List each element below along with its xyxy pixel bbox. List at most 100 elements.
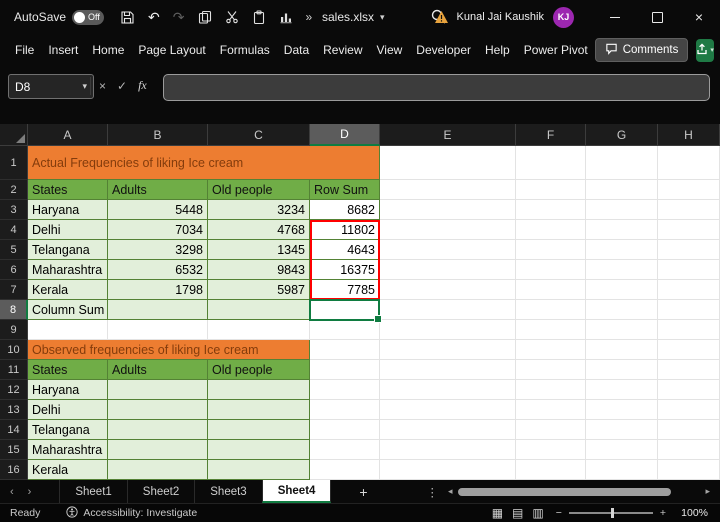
scrollbar-thumb[interactable] <box>458 488 672 496</box>
cell-A8[interactable]: Column Sum <box>28 300 108 320</box>
sheet-tab-sheet1[interactable]: Sheet1 <box>59 480 126 503</box>
cell-A4[interactable]: Delhi <box>28 220 108 240</box>
zoom-slider-thumb[interactable] <box>611 508 614 518</box>
cut-icon[interactable] <box>225 10 239 24</box>
cell-A2[interactable]: States <box>28 180 108 200</box>
cell-E16[interactable] <box>380 460 516 480</box>
cell-G9[interactable] <box>586 320 658 340</box>
ribbon-tab-power-pivot[interactable]: Power Pivot <box>517 36 595 64</box>
share-button[interactable]: ▾ <box>696 39 714 62</box>
cell-B5[interactable]: 3298 <box>108 240 208 260</box>
cell-A15[interactable]: Maharashtra <box>28 440 108 460</box>
cell-H8[interactable] <box>658 300 720 320</box>
cell-H5[interactable] <box>658 240 720 260</box>
cell-H7[interactable] <box>658 280 720 300</box>
cell-E10[interactable] <box>380 340 516 360</box>
zoom-out-icon[interactable]: − <box>556 507 562 519</box>
cell-H3[interactable] <box>658 200 720 220</box>
cell-G14[interactable] <box>586 420 658 440</box>
cell-C16[interactable] <box>208 460 310 480</box>
document-title[interactable]: sales.xlsx ▾ <box>322 0 385 34</box>
cell-F10[interactable] <box>516 340 586 360</box>
row-header-6[interactable]: 6 <box>0 260 28 280</box>
cell-G16[interactable] <box>586 460 658 480</box>
enter-icon[interactable]: ✓ <box>117 79 127 93</box>
column-header-A[interactable]: A <box>28 124 108 146</box>
cell-A3[interactable]: Haryana <box>28 200 108 220</box>
cell-C7[interactable]: 5987 <box>208 280 310 300</box>
cell-D7[interactable]: 7785 <box>310 280 380 300</box>
cell-F14[interactable] <box>516 420 586 440</box>
autosave-toggle[interactable]: Off <box>72 10 104 25</box>
cell-G15[interactable] <box>586 440 658 460</box>
cell-B7[interactable]: 1798 <box>108 280 208 300</box>
row-header-3[interactable]: 3 <box>0 200 28 220</box>
ribbon-tab-help[interactable]: Help <box>478 36 517 64</box>
cell-C8[interactable] <box>208 300 310 320</box>
row-header-7[interactable]: 7 <box>0 280 28 300</box>
cell-B16[interactable] <box>108 460 208 480</box>
cell-H11[interactable] <box>658 360 720 380</box>
cancel-icon[interactable]: × <box>99 79 106 93</box>
cell-F9[interactable] <box>516 320 586 340</box>
cell-D15[interactable] <box>310 440 380 460</box>
cell-B15[interactable] <box>108 440 208 460</box>
cell-H15[interactable] <box>658 440 720 460</box>
cell-G11[interactable] <box>586 360 658 380</box>
cell-F8[interactable] <box>516 300 586 320</box>
zoom-in-icon[interactable]: + <box>660 507 666 519</box>
cell-E5[interactable] <box>380 240 516 260</box>
cell-C15[interactable] <box>208 440 310 460</box>
cell-D10[interactable] <box>310 340 380 360</box>
cell-C9[interactable] <box>208 320 310 340</box>
cell-F7[interactable] <box>516 280 586 300</box>
cell-G5[interactable] <box>586 240 658 260</box>
cell-F12[interactable] <box>516 380 586 400</box>
cell-D3[interactable]: 8682 <box>310 200 380 220</box>
row-header-15[interactable]: 15 <box>0 440 28 460</box>
cell-D2[interactable]: Row Sum <box>310 180 380 200</box>
cell-F4[interactable] <box>516 220 586 240</box>
sheet-prev-icon[interactable]: ‹ <box>10 486 14 498</box>
row-header-11[interactable]: 11 <box>0 360 28 380</box>
row-header-4[interactable]: 4 <box>0 220 28 240</box>
column-header-D[interactable]: D <box>310 124 380 146</box>
add-sheet-button[interactable]: + <box>347 480 379 503</box>
column-header-B[interactable]: B <box>108 124 208 146</box>
cell-B9[interactable] <box>108 320 208 340</box>
cell-G3[interactable] <box>586 200 658 220</box>
cell-D4[interactable]: 11802 <box>310 220 380 240</box>
tabbar-options-icon[interactable]: ⋮ <box>417 480 449 503</box>
ribbon-tab-formulas[interactable]: Formulas <box>213 36 277 64</box>
row-header-14[interactable]: 14 <box>0 420 28 440</box>
row-header-12[interactable]: 12 <box>0 380 28 400</box>
cell-A16[interactable]: Kerala <box>28 460 108 480</box>
scroll-right-icon[interactable]: ▸ <box>705 486 710 497</box>
cell-A7[interactable]: Kerala <box>28 280 108 300</box>
row-header-5[interactable]: 5 <box>0 240 28 260</box>
cell-E6[interactable] <box>380 260 516 280</box>
cell-H2[interactable] <box>658 180 720 200</box>
cell-E8[interactable] <box>380 300 516 320</box>
cell-E9[interactable] <box>380 320 516 340</box>
cell-E3[interactable] <box>380 200 516 220</box>
ribbon-tab-view[interactable]: View <box>370 36 410 64</box>
scroll-left-icon[interactable]: ◂ <box>448 486 453 497</box>
cell-H10[interactable] <box>658 340 720 360</box>
cell-F2[interactable] <box>516 180 586 200</box>
cell-G7[interactable] <box>586 280 658 300</box>
row-header-8[interactable]: 8 <box>0 300 28 320</box>
cell-F5[interactable] <box>516 240 586 260</box>
cell-D16[interactable] <box>310 460 380 480</box>
cell-H9[interactable] <box>658 320 720 340</box>
cell-H16[interactable] <box>658 460 720 480</box>
insert-function-icon[interactable]: fx <box>138 78 147 93</box>
cell-E4[interactable] <box>380 220 516 240</box>
cell-H6[interactable] <box>658 260 720 280</box>
cell-D6[interactable]: 16375 <box>310 260 380 280</box>
cell-F16[interactable] <box>516 460 586 480</box>
cell-F11[interactable] <box>516 360 586 380</box>
toolbar-overflow-icon[interactable]: » <box>306 10 313 24</box>
sheet-tab-sheet3[interactable]: Sheet3 <box>194 480 261 503</box>
cell-B6[interactable]: 6532 <box>108 260 208 280</box>
